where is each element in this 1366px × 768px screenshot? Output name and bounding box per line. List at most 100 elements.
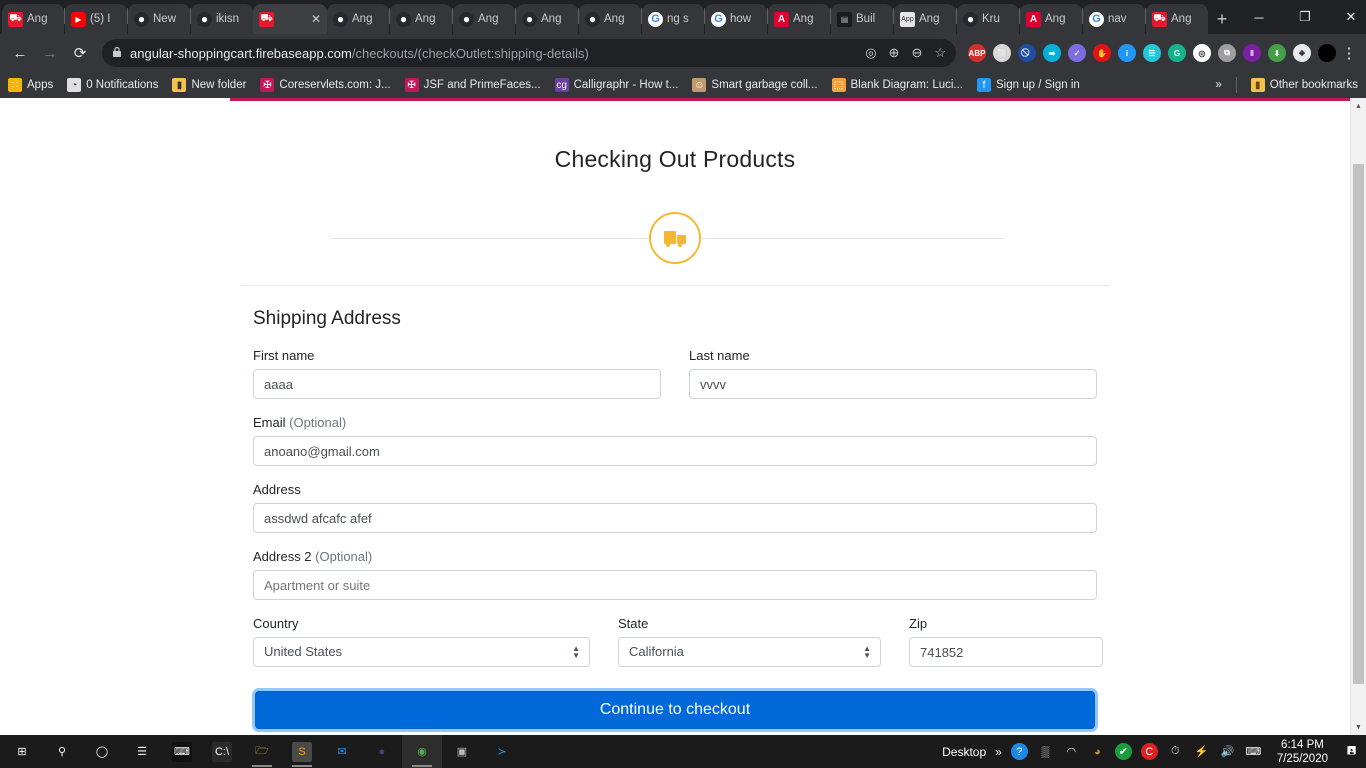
ellipse-app-button[interactable]: ●: [362, 735, 402, 768]
ccleaner-icon[interactable]: C: [1140, 743, 1158, 760]
scroll-up-arrow-icon[interactable]: ▲: [1351, 98, 1366, 114]
chrome-menu-icon[interactable]: ⋮: [1338, 44, 1360, 62]
bookmark-item[interactable]: ✠ JSF and PrimeFaces...: [404, 78, 541, 92]
profile-avatar[interactable]: [1318, 44, 1336, 62]
check-shield-icon[interactable]: ✓: [1068, 44, 1086, 62]
tray-overflow-icon[interactable]: »: [995, 745, 1002, 759]
wifi-icon[interactable]: ◠: [1063, 743, 1080, 760]
bookmark-item[interactable]: ∷ Apps: [8, 78, 53, 92]
plug-icon[interactable]: ⚡: [1193, 743, 1210, 760]
bookmark-item[interactable]: ⬚ Blank Diagram: Luci...: [831, 78, 963, 92]
vscode-button[interactable]: ≻: [482, 735, 522, 768]
taskbar-clock[interactable]: 6:14 PM 7/25/2020: [1271, 738, 1334, 766]
bookmark-star-icon[interactable]: ☆: [934, 45, 946, 61]
zoom-out-icon[interactable]: ⊖: [911, 45, 922, 61]
browser-tab[interactable]: App Ang: [894, 4, 956, 34]
other-bookmarks-button[interactable]: ▮ Other bookmarks: [1250, 78, 1358, 92]
bookmark-item[interactable]: ✠ Coreservlets.com: J...: [260, 78, 391, 92]
browser-tab[interactable]: Ghow: [705, 4, 767, 34]
browser-tab[interactable]: ● Ang: [579, 4, 641, 34]
cortana-button[interactable]: ◯: [82, 735, 122, 768]
page-scrollbar[interactable]: ▲ ▼: [1350, 98, 1366, 735]
security-shield-icon[interactable]: ✔: [1114, 743, 1132, 760]
maximize-button[interactable]: ❐: [1282, 0, 1328, 34]
copy-icon[interactable]: ⧉: [1218, 44, 1236, 62]
grid-icon[interactable]: ▒: [1037, 743, 1054, 760]
browser-tab[interactable]: ⛟ Ang: [2, 4, 64, 34]
browser-tab[interactable]: ● Ang: [327, 4, 389, 34]
reload-button[interactable]: ⟳: [66, 39, 94, 67]
bookmark-item[interactable]: cg Calligraphr - How t...: [554, 78, 678, 92]
address-input[interactable]: [253, 503, 1097, 533]
new-tab-button[interactable]: +: [1208, 5, 1236, 33]
monitor-app-button[interactable]: ▣: [442, 735, 482, 768]
info-icon[interactable]: i: [1118, 44, 1136, 62]
puzzle-icon[interactable]: ❖: [1293, 44, 1311, 62]
download-icon[interactable]: ⬇: [1268, 44, 1286, 62]
block-icon[interactable]: ⃠: [1018, 44, 1036, 62]
task-view-button[interactable]: ☰: [122, 735, 162, 768]
close-tab-button[interactable]: ✕: [309, 12, 321, 26]
browser-tab[interactable]: ● Kru: [957, 4, 1019, 34]
stop-hand-icon[interactable]: ✋: [1093, 44, 1111, 62]
sublime-text-button[interactable]: S: [282, 735, 322, 768]
continue-to-checkout-button[interactable]: Continue to checkout: [255, 691, 1095, 729]
disc-icon[interactable]: ◕: [1089, 743, 1106, 760]
bookmark-item[interactable]: ◔ 0 Notifications: [67, 78, 158, 92]
chrome-button[interactable]: ◉: [402, 735, 442, 768]
address2-input[interactable]: [253, 570, 1097, 600]
goggles-icon[interactable]: ◎: [1193, 44, 1211, 62]
file-explorer-button[interactable]: 🗁: [242, 735, 282, 768]
stepper-step-shipping[interactable]: [649, 212, 701, 264]
clock-app-icon[interactable]: ⏱: [1167, 743, 1184, 760]
browser-tab[interactable]: ⛟ ✕: [253, 4, 327, 34]
country-select[interactable]: United States: [253, 637, 590, 667]
state-select[interactable]: California: [618, 637, 881, 667]
target-icon[interactable]: ◎: [865, 45, 876, 61]
scroll-down-arrow-icon[interactable]: ▼: [1351, 719, 1366, 735]
volume-icon[interactable]: 🔊: [1219, 743, 1236, 760]
bookmark-item[interactable]: ▮ New folder: [172, 78, 246, 92]
browser-tab[interactable]: A Ang: [768, 4, 830, 34]
browser-tab[interactable]: ▤ Buil: [831, 4, 893, 34]
notes-icon[interactable]: ☰: [1143, 44, 1161, 62]
search-button[interactable]: ⚲: [42, 735, 82, 768]
grammarly-icon[interactable]: G: [1168, 44, 1186, 62]
close-window-button[interactable]: ✕: [1328, 0, 1366, 34]
browser-tab[interactable]: ● New: [128, 4, 190, 34]
browser-tab[interactable]: ▶ (5) I: [65, 4, 127, 34]
export-icon[interactable]: ➡: [1043, 44, 1061, 62]
help-question-icon[interactable]: ?: [1010, 743, 1028, 760]
browser-tab[interactable]: ● Ang: [516, 4, 578, 34]
forward-button[interactable]: →: [36, 39, 64, 67]
first-name-input[interactable]: [253, 369, 661, 399]
keyboard-icon[interactable]: ⌨: [1245, 743, 1262, 760]
adblock-plus-icon[interactable]: ABP: [968, 44, 986, 62]
browser-tab[interactable]: Gng s: [642, 4, 704, 34]
bookmarks-overflow-button[interactable]: »: [1215, 79, 1221, 91]
action-center-icon[interactable]: 🖪: [1343, 743, 1360, 760]
command-prompt-button[interactable]: C:\: [202, 735, 242, 768]
browser-tab[interactable]: A Ang: [1020, 4, 1082, 34]
bookmark-item[interactable]: f Sign up / Sign in: [977, 78, 1080, 92]
browser-tab[interactable]: ● Ang: [390, 4, 452, 34]
zip-input[interactable]: [909, 637, 1103, 667]
library-icon[interactable]: ‖: [1243, 44, 1261, 62]
start-button[interactable]: ⊞: [2, 735, 42, 768]
minimize-button[interactable]: ─: [1236, 0, 1282, 34]
email-input[interactable]: [253, 436, 1097, 466]
browser-tab[interactable]: ● Ang: [453, 4, 515, 34]
browser-tab[interactable]: ● ikisn: [191, 4, 253, 34]
back-button[interactable]: ←: [6, 39, 34, 67]
mail-button[interactable]: ✉: [322, 735, 362, 768]
terminal-app-button[interactable]: ⌨: [162, 735, 202, 768]
address-bar[interactable]: angular-shoppingcart.firebaseapp.com/che…: [102, 39, 956, 67]
scrollbar-thumb[interactable]: [1353, 164, 1364, 684]
browser-tab[interactable]: Gnav: [1083, 4, 1145, 34]
box-icon[interactable]: ⬜: [993, 44, 1011, 62]
desktop-label[interactable]: Desktop: [942, 745, 986, 759]
zoom-in-icon[interactable]: ⊕: [889, 45, 900, 61]
bookmark-item[interactable]: ☺ Smart garbage coll...: [692, 78, 818, 92]
last-name-input[interactable]: [689, 369, 1097, 399]
browser-tab[interactable]: ⛟ Ang: [1146, 4, 1208, 34]
